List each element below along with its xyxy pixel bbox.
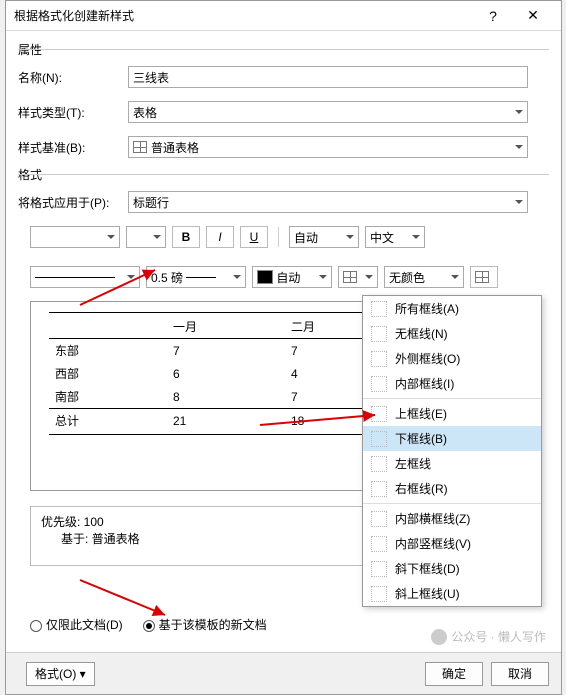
- inside-h-icon: [371, 511, 387, 527]
- ok-button[interactable]: 确定: [425, 662, 483, 686]
- diag-down-icon: [371, 561, 387, 577]
- menu-left-border[interactable]: 左框线: [363, 451, 541, 476]
- name-label: 名称(N):: [18, 69, 128, 86]
- titlebar: 根据格式化创建新样式 ? ✕: [6, 1, 561, 31]
- font-size-select[interactable]: [126, 226, 166, 248]
- inside-v-icon: [371, 536, 387, 552]
- border-preset-select[interactable]: [338, 266, 378, 288]
- font-color-select[interactable]: 自动: [289, 226, 359, 248]
- border-toolbar: 0.5 磅 自动 无颜色: [30, 266, 498, 288]
- line-color-select[interactable]: 自动: [252, 266, 332, 288]
- menu-no-border[interactable]: 无框线(N): [363, 321, 541, 346]
- menu-all-borders[interactable]: 所有框线(A): [363, 296, 541, 321]
- name-input[interactable]: [128, 66, 528, 88]
- cancel-button[interactable]: 取消: [491, 662, 549, 686]
- dialog-title: 根据格式化创建新样式: [14, 7, 473, 24]
- table-icon: [133, 141, 147, 153]
- bold-button[interactable]: B: [172, 226, 200, 248]
- outside-borders-icon: [371, 351, 387, 367]
- menu-diag-up[interactable]: 斜上框线(U): [363, 581, 541, 606]
- style-base-label: 样式基准(B):: [18, 139, 128, 156]
- menu-diag-down[interactable]: 斜下框线(D): [363, 556, 541, 581]
- style-type-label: 样式类型(T):: [18, 104, 128, 121]
- menu-outside-borders[interactable]: 外侧框线(O): [363, 346, 541, 371]
- menu-top-border[interactable]: 上框线(E): [363, 401, 541, 426]
- fill-color-select[interactable]: 无颜色: [384, 266, 464, 288]
- menu-bottom-border[interactable]: 下框线(B): [363, 426, 541, 451]
- borders-dropdown: 所有框线(A) 无框线(N) 外侧框线(O) 内部框线(I) 上框线(E) 下框…: [362, 295, 542, 607]
- line-weight-select[interactable]: 0.5 磅: [146, 266, 246, 288]
- right-border-icon: [371, 481, 387, 497]
- font-family-select[interactable]: [30, 226, 120, 248]
- left-border-icon: [371, 456, 387, 472]
- menu-inside-borders[interactable]: 内部框线(I): [363, 371, 541, 396]
- bottom-border-icon: [371, 431, 387, 447]
- scope-radios: 仅限此文档(D) 基于该模板的新文档: [30, 616, 267, 633]
- font-lang-select[interactable]: 中文: [365, 226, 425, 248]
- shading-button[interactable]: [470, 266, 498, 288]
- all-borders-icon: [371, 301, 387, 317]
- wechat-icon: [431, 629, 447, 645]
- top-border-icon: [371, 406, 387, 422]
- style-base-select[interactable]: 普通表格: [128, 136, 528, 158]
- help-button[interactable]: ?: [473, 2, 513, 30]
- shading-icon: [475, 271, 489, 283]
- radio-this-doc[interactable]: 仅限此文档(D): [30, 616, 123, 633]
- apply-to-select[interactable]: 标题行: [128, 191, 528, 213]
- format-button[interactable]: 格式(O) ▾: [26, 662, 95, 686]
- menu-right-border[interactable]: 右框线(R): [363, 476, 541, 501]
- line-style-select[interactable]: [30, 266, 140, 288]
- radio-template[interactable]: 基于该模板的新文档: [143, 616, 267, 633]
- menu-inside-horizontal[interactable]: 内部横框线(Z): [363, 506, 541, 531]
- underline-button[interactable]: U: [240, 226, 268, 248]
- font-toolbar: B I U 自动 中文: [30, 226, 425, 248]
- color-swatch-icon: [257, 270, 273, 284]
- dialog-footer: 格式(O) ▾ 确定 取消: [6, 652, 561, 694]
- inside-borders-icon: [371, 376, 387, 392]
- no-border-icon: [371, 326, 387, 342]
- borders-icon: [343, 271, 357, 283]
- apply-to-label: 将格式应用于(P):: [18, 194, 128, 211]
- menu-inside-vertical[interactable]: 内部竖框线(V): [363, 531, 541, 556]
- italic-button[interactable]: I: [206, 226, 234, 248]
- watermark: 公众号 · 懒人写作: [431, 628, 546, 645]
- close-button[interactable]: ✕: [513, 2, 553, 30]
- diag-up-icon: [371, 586, 387, 602]
- style-type-select[interactable]: 表格: [128, 101, 528, 123]
